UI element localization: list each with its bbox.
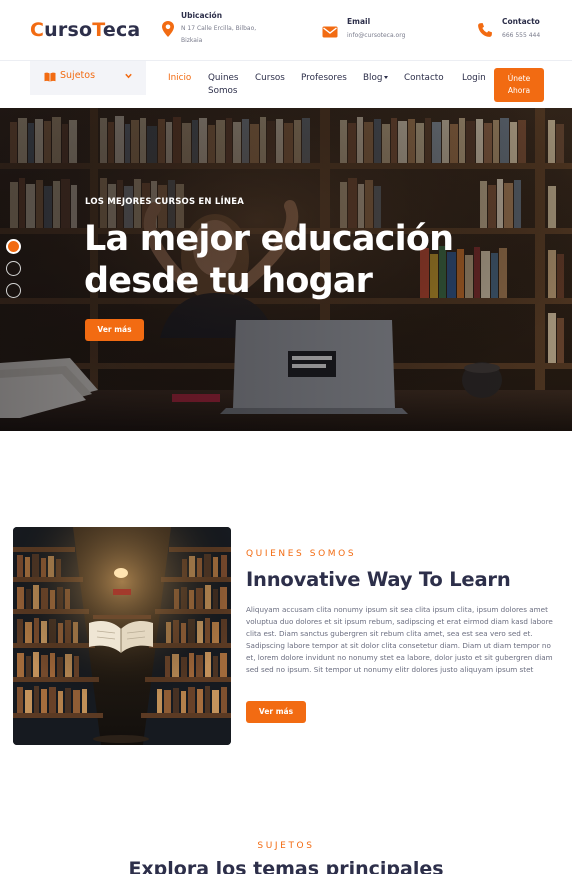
contact-value[interactable]: 666 555 444 [502,30,540,42]
email-title: Email [347,17,371,26]
location-line1: N 17 Calle Ercilla, Bilbao, [181,25,257,32]
chevron-down-icon [125,73,132,79]
carousel-dot-2[interactable] [6,261,21,276]
nav-item-login[interactable]: Login [462,72,486,85]
library-illustration [13,527,231,745]
carousel-dot-1[interactable] [6,239,21,254]
about-description: Aliquyam accusam clita nonumy ipsum sit … [246,605,553,675]
location-line2: Bizkaia [181,37,203,44]
nav-item-inicio[interactable]: Inicio [168,72,191,85]
about-cta-button[interactable]: Ver más [246,701,306,723]
about-title: Innovative Way To Learn [246,568,511,591]
location-title: Ubicación [181,11,223,20]
about-library-image [13,527,231,745]
subjects-eyebrow: SUJETOS [257,841,315,851]
hero-cta-button[interactable]: Ver más [85,319,144,341]
hero-carousel: LOS MEJORES CURSOS EN LÍNEA La mejor edu… [0,108,572,431]
hero-kicker: LOS MEJORES CURSOS EN LÍNEA [85,197,244,207]
nav-item-blog[interactable]: Blog [363,72,389,85]
subjects-dropdown[interactable]: Sujetos [30,61,146,95]
map-pin-icon [162,21,174,37]
nav-item-profesores[interactable]: Profesores [301,72,347,85]
nav-item-quines-somos[interactable]: Quines Somos [208,72,239,98]
caret-down-icon [384,76,389,79]
email-value[interactable]: info@cursoteca.org [347,30,405,42]
phone-icon [478,23,492,37]
about-eyebrow: QUIENES SOMOS [246,549,357,559]
carousel-dot-3[interactable] [6,283,21,298]
site-logo[interactable]: CursoTeca [30,19,140,41]
main-navbar: Sujetos Inicio Quines Somos Cursos Profe… [0,60,572,108]
contact-title: Contacto [502,17,540,26]
envelope-icon [322,26,338,38]
hero-title: La mejor educación desde tu hogar [84,219,454,301]
nav-item-cursos[interactable]: Cursos [255,72,285,85]
subjects-section-title: Explora los temas principales [128,858,444,874]
nav-item-contacto[interactable]: Contacto [404,72,444,85]
top-header: CursoTeca Ubicación N 17 Calle Ercilla, … [0,0,572,60]
join-now-button[interactable]: Únete Ahora [494,68,544,102]
subjects-label: Sujetos [60,70,96,81]
book-open-icon [44,72,56,82]
